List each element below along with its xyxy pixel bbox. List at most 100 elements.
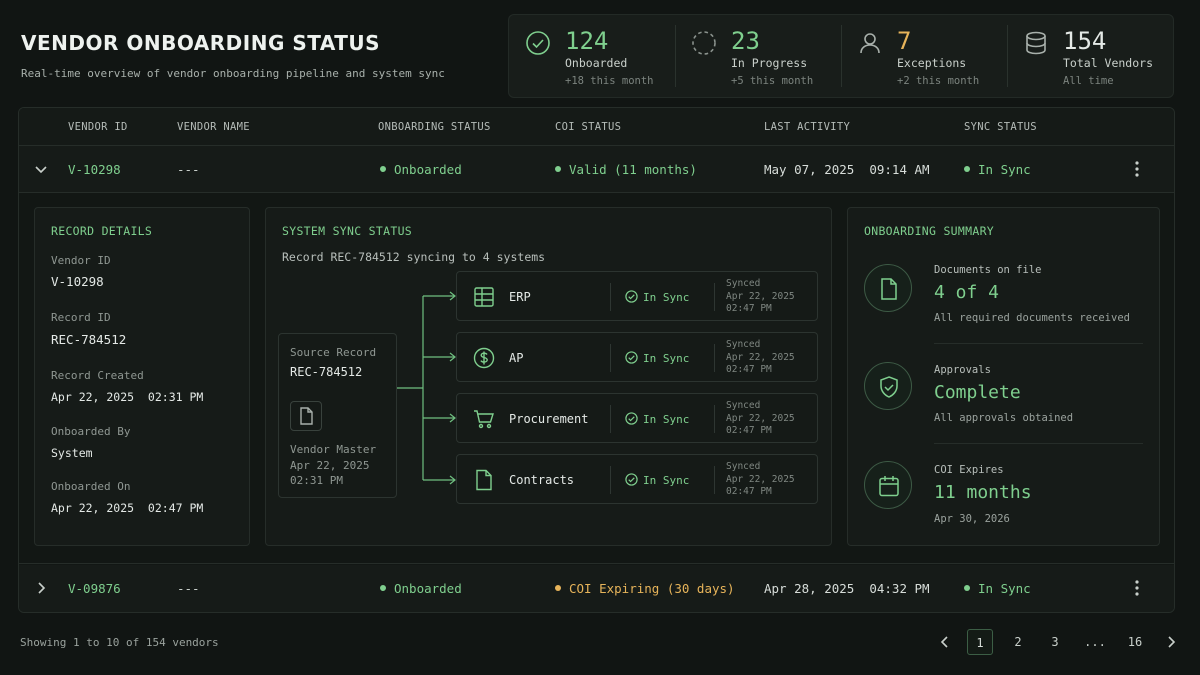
stats-bar: 124 Onboarded +18 this month 23 In Progr…	[508, 14, 1174, 98]
field-label: Record Created	[51, 369, 144, 382]
panel-title: RECORD DETAILS	[51, 224, 153, 238]
status-dot	[380, 166, 386, 172]
system-status: In Sync	[625, 290, 689, 304]
document-icon	[864, 264, 912, 312]
dollar-icon	[473, 347, 495, 369]
page-button-2[interactable]: 2	[1005, 629, 1031, 655]
divider	[714, 283, 715, 311]
table-header: VENDOR ID VENDOR NAME ONBOARDING STATUS …	[19, 108, 1174, 146]
summary-value: 4 of 4	[934, 282, 1000, 303]
chevron-right-icon[interactable]	[1164, 635, 1178, 649]
column-header-last-activity[interactable]: LAST ACTIVITY	[764, 121, 850, 133]
synced-timestamp: Synced Apr 22, 2025 02:47 PM	[726, 278, 795, 316]
source-label: Source Record	[290, 346, 377, 359]
row-expanded-details: RECORD DETAILS Vendor ID V-10298 Record …	[19, 193, 1174, 564]
stat-sub: All time	[1063, 75, 1114, 87]
vendor-id-link[interactable]: V-10298	[68, 162, 121, 177]
stat-exceptions: 7 Exceptions +2 this month	[841, 15, 1007, 97]
system-name: Procurement	[509, 412, 589, 426]
stat-sub: +18 this month	[565, 75, 654, 87]
source-system-name: Vendor Master	[290, 443, 377, 456]
summary-value: Complete	[934, 382, 1021, 403]
page-title: VENDOR ONBOARDING STATUS	[21, 31, 381, 55]
vendor-name: ---	[177, 581, 200, 596]
table-row[interactable]: V-10298 --- Onboarded Valid (11 months) …	[19, 146, 1174, 193]
sync-system-erp[interactable]: ERP In Sync Synced Apr 22, 2025 02:47 PM	[456, 271, 818, 321]
sync-connector-lines	[397, 291, 456, 485]
system-status-text: In Sync	[643, 352, 690, 365]
table-row[interactable]: V-09876 --- Onboarded COI Expiring (30 d…	[19, 565, 1174, 612]
coi-status-text: Valid (11 months)	[569, 162, 697, 177]
sync-description: Record REC-784512 syncing to 4 systems	[282, 250, 546, 264]
page-button-16[interactable]: 16	[1120, 629, 1150, 655]
vendor-id-link[interactable]: V-09876	[68, 581, 121, 596]
synced-label: Synced	[726, 400, 761, 411]
system-sync-panel: SYSTEM SYNC STATUS Record REC-784512 syn…	[265, 207, 832, 546]
sync-system-ap[interactable]: AP In Sync Synced Apr 22, 2025 02:47 PM	[456, 332, 818, 382]
more-options-icon[interactable]	[1130, 160, 1144, 178]
system-status-text: In Sync	[643, 413, 690, 426]
stat-sub: +2 this month	[897, 75, 980, 87]
system-status-text: In Sync	[643, 474, 690, 487]
onboarding-status-text: Onboarded	[394, 162, 462, 177]
synced-time: 02:47 PM	[726, 364, 772, 375]
source-record-card[interactable]: Source Record REC-784512 Vendor Master A…	[278, 333, 397, 498]
field-value: Apr 22, 2025 02:47 PM	[51, 501, 204, 515]
chevron-down-icon[interactable]	[33, 161, 49, 177]
page-ellipsis: ...	[1084, 635, 1106, 649]
divider	[714, 466, 715, 494]
stat-label: Onboarded	[565, 56, 628, 70]
column-header-coi-status[interactable]: COI STATUS	[555, 121, 621, 133]
system-name: ERP	[509, 290, 531, 304]
synced-date: Apr 22, 2025	[726, 412, 795, 424]
field-label: Vendor ID	[51, 254, 111, 267]
sync-status-text: In Sync	[978, 162, 1031, 177]
divider	[934, 443, 1143, 444]
column-header-sync-status[interactable]: SYNC STATUS	[964, 121, 1037, 133]
stat-value: 7	[897, 27, 912, 55]
summary-sub: All required documents received	[934, 312, 1130, 324]
page-button-3[interactable]: 3	[1042, 629, 1068, 655]
check-circle-icon	[625, 290, 638, 303]
status-dot	[964, 585, 970, 591]
onboarding-status: Onboarded	[380, 581, 462, 596]
onboarding-status-text: Onboarded	[394, 581, 462, 596]
column-header-vendor-name[interactable]: VENDOR NAME	[177, 121, 250, 133]
summary-label: Approvals	[934, 364, 991, 376]
field-value: System	[51, 446, 93, 460]
document-icon	[476, 469, 492, 491]
field-value: V-10298	[51, 274, 104, 289]
user-icon	[860, 33, 880, 54]
synced-timestamp: Synced Apr 22, 2025 02:47 PM	[726, 400, 795, 438]
coi-status-text: COI Expiring (30 days)	[569, 581, 735, 596]
last-activity: Apr 28, 2025 04:32 PM	[764, 581, 930, 596]
status-dot	[555, 166, 561, 172]
stat-value: 124	[565, 27, 609, 55]
more-options-icon[interactable]	[1130, 579, 1144, 597]
onboarding-summary-panel: ONBOARDING SUMMARY Documents on file 4 o…	[847, 207, 1160, 546]
chevron-right-icon[interactable]	[33, 580, 49, 596]
field-label: Onboarded By	[51, 425, 131, 438]
sync-status-text: In Sync	[978, 581, 1031, 596]
divider	[934, 343, 1143, 344]
page-button-1[interactable]: 1	[967, 629, 993, 655]
coi-status: Valid (11 months)	[555, 162, 697, 177]
source-name: Vendor Master Apr 22, 2025 02:31 PM	[290, 442, 376, 489]
status-dot	[964, 166, 970, 172]
divider	[610, 466, 611, 494]
sync-system-procurement[interactable]: Procurement In Sync Synced Apr 22, 2025 …	[456, 393, 818, 443]
sync-system-contracts[interactable]: Contracts In Sync Synced Apr 22, 2025 02…	[456, 454, 818, 504]
field-label: Onboarded On	[51, 480, 131, 493]
source-date: Apr 22, 2025	[290, 458, 370, 472]
check-circle-icon	[526, 31, 550, 55]
summary-sub: All approvals obtained	[934, 412, 1074, 424]
chevron-left-icon[interactable]	[938, 635, 952, 649]
sync-status: In Sync	[964, 581, 1031, 596]
column-header-vendor-id[interactable]: VENDOR ID	[68, 121, 128, 133]
divider	[714, 405, 715, 433]
field-value: Apr 22, 2025 02:31 PM	[51, 390, 204, 404]
summary-label: Documents on file	[934, 264, 1042, 276]
system-status: In Sync	[625, 351, 689, 365]
cart-icon	[474, 410, 494, 429]
column-header-onboarding-status[interactable]: ONBOARDING STATUS	[378, 121, 491, 133]
